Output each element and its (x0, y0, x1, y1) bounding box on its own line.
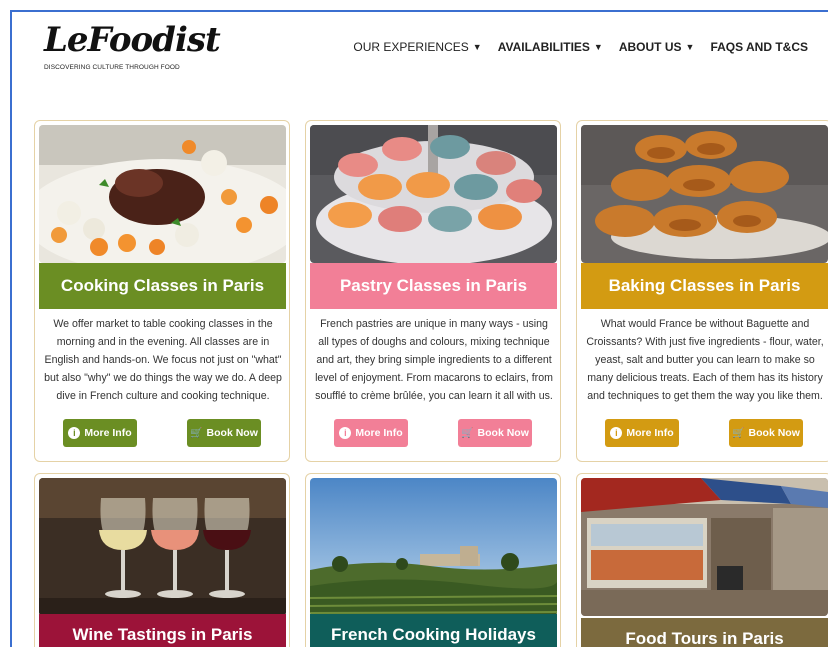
more-info-button[interactable]: i More Info (63, 419, 137, 447)
site-logo[interactable]: LeFoodist DISCOVERING CULTURE THROUGH FO… (44, 20, 221, 78)
nav-label: ABOUT US (618, 40, 682, 54)
main-nav: OUR EXPERIENCES ▼ AVAILABILITIES ▼ ABOUT… (353, 40, 808, 54)
card-title-band[interactable]: Baking Classes in Paris (581, 263, 828, 309)
button-label: More Info (355, 427, 403, 439)
info-icon: i (339, 427, 352, 439)
cooking-dish-image[interactable] (39, 125, 286, 263)
card-title-band[interactable]: Wine Tastings in Paris (39, 614, 286, 647)
card-description: We offer market to table cooking classes… (44, 318, 282, 402)
card-description: What would France be without Baguette an… (586, 318, 824, 402)
nav-label: OUR EXPERIENCES (353, 40, 469, 54)
book-now-button[interactable]: 🛒 Book Now (458, 419, 532, 447)
provence-landscape-image[interactable] (310, 478, 557, 616)
card-title-band[interactable]: Pastry Classes in Paris (310, 263, 557, 309)
button-label: More Info (84, 427, 132, 439)
book-now-button[interactable]: 🛒 Book Now (187, 419, 261, 447)
nav-availabilities[interactable]: AVAILABILITIES ▼ (498, 40, 603, 54)
cart-icon: 🛒 (461, 427, 474, 439)
market-street-image[interactable] (581, 478, 828, 616)
card-pastry-classes: Pastry Classes in Paris French pastries … (305, 120, 561, 462)
info-icon: i (68, 427, 81, 439)
card-baking-classes: Baking Classes in Paris What would Franc… (576, 120, 828, 462)
nav-faqs[interactable]: FAQS AND T&CS (710, 40, 808, 54)
logo-wordmark: LeFoodist (44, 20, 221, 60)
nav-our-experiences[interactable]: OUR EXPERIENCES ▼ (353, 40, 481, 54)
nav-label: AVAILABILITIES (497, 40, 590, 54)
info-icon: i (610, 427, 623, 439)
card-title-band[interactable]: Cooking Classes in Paris (39, 263, 286, 309)
card-title-band[interactable]: French Cooking Holidays (310, 614, 557, 647)
card-title-band[interactable]: Food Tours in Paris (581, 618, 828, 647)
browser-viewport: LeFoodist DISCOVERING CULTURE THROUGH FO… (10, 10, 828, 647)
button-label: Book Now (748, 427, 800, 439)
book-now-button[interactable]: 🛒 Book Now (729, 419, 803, 447)
card-wine-tastings: Wine Tastings in Paris (34, 473, 290, 647)
caret-down-icon: ▼ (593, 42, 603, 52)
macarons-image[interactable] (310, 125, 557, 263)
button-label: Book Now (477, 427, 529, 439)
button-label: More Info (626, 427, 674, 439)
button-label: Book Now (206, 427, 258, 439)
card-food-tours: Food Tours in Paris (576, 473, 828, 647)
croissants-image[interactable] (581, 125, 828, 263)
logo-tagline: DISCOVERING CULTURE THROUGH FOOD (44, 64, 180, 71)
card-cooking-classes: Cooking Classes in Paris We offer market… (34, 120, 290, 462)
wine-glasses-image[interactable] (39, 478, 286, 616)
more-info-button[interactable]: i More Info (334, 419, 408, 447)
caret-down-icon: ▼ (685, 42, 695, 52)
caret-down-icon: ▼ (472, 42, 482, 52)
cart-icon: 🛒 (190, 427, 203, 439)
site-header: LeFoodist DISCOVERING CULTURE THROUGH FO… (12, 12, 828, 84)
nav-label: FAQS AND T&CS (710, 40, 808, 54)
card-description: French pastries are unique in many ways … (315, 318, 553, 402)
card-cooking-holidays: French Cooking Holidays (305, 473, 561, 647)
nav-about-us[interactable]: ABOUT US ▼ (619, 40, 695, 54)
cart-icon: 🛒 (732, 427, 745, 439)
more-info-button[interactable]: i More Info (605, 419, 679, 447)
